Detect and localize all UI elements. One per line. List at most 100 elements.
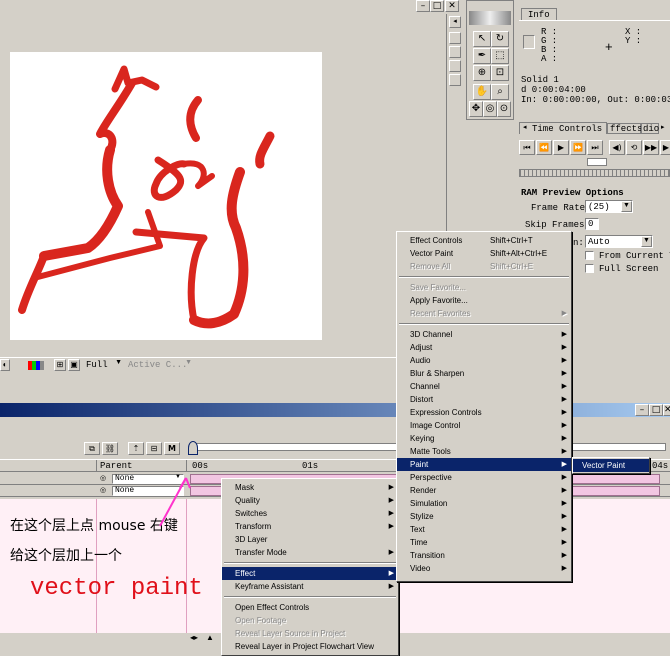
comp-canvas[interactable] bbox=[10, 52, 322, 340]
pan-behind-tool-icon[interactable]: ⊕ bbox=[473, 65, 491, 81]
toggle-switches-icon[interactable]: ◂▸ bbox=[190, 633, 198, 642]
zoom-out-icon[interactable]: ▲ bbox=[206, 633, 214, 642]
timeline-flow-icon[interactable]: ⇡ bbox=[128, 442, 144, 455]
pen-tool-icon[interactable]: ✒ bbox=[473, 48, 491, 64]
grid-icon[interactable]: ⊞ bbox=[54, 359, 66, 371]
menu-item-distort[interactable]: Distort ▶ bbox=[397, 393, 571, 406]
rotate-tool-icon[interactable]: ↻ bbox=[491, 31, 509, 47]
close-button[interactable]: ✕ bbox=[445, 0, 459, 12]
camera-dropdown[interactable]: Active C... ▼ bbox=[126, 359, 194, 371]
overflow-icon[interactable]: ▶ bbox=[660, 140, 670, 155]
menu-item-expression-controls[interactable]: Expression Controls ▶ bbox=[397, 406, 571, 419]
menu-item-reveal-flowchart[interactable]: Reveal Layer in Project Flowchart View bbox=[222, 640, 398, 653]
info-tab[interactable]: Info bbox=[521, 8, 557, 20]
safe-area-icon[interactable]: ▣ bbox=[68, 359, 80, 371]
side-button-4[interactable] bbox=[449, 74, 461, 86]
track-tool-icon[interactable]: ⊙ bbox=[497, 101, 511, 117]
zoom-tool-icon[interactable]: ⌕ bbox=[491, 84, 509, 100]
current-time-indicator-icon[interactable] bbox=[188, 441, 198, 455]
minimize-button[interactable]: – bbox=[416, 0, 430, 12]
panel-arrow-icon[interactable]: ▸ bbox=[661, 123, 665, 131]
loop-icon[interactable]: ⟲ bbox=[626, 140, 642, 155]
menu-item-save-favorite[interactable]: Save Favorite... bbox=[397, 281, 571, 294]
resolution-dropdown[interactable]: Full ▼ bbox=[84, 359, 124, 371]
next-frame-icon[interactable]: ⏩ bbox=[570, 140, 586, 155]
menu-item-open-effect-controls[interactable]: Open Effect Controls bbox=[222, 601, 398, 614]
menu-item-remove-all[interactable]: Remove All Shift+Ctrl+E bbox=[397, 260, 571, 273]
nav-arrow-icon[interactable]: ◂ bbox=[449, 16, 461, 28]
menu-item-apply-favorite[interactable]: Apply Favorite... bbox=[397, 294, 571, 307]
menu-item-image-control[interactable]: Image Control ▶ bbox=[397, 419, 571, 432]
y-label: Y : bbox=[625, 36, 642, 46]
menu-item-switches[interactable]: Switches ▶ bbox=[222, 507, 398, 520]
side-button-2[interactable] bbox=[449, 46, 461, 58]
menu-item-quality[interactable]: Quality ▶ bbox=[222, 494, 398, 507]
resolution-preview-dropdown[interactable]: Auto ▼ bbox=[585, 235, 653, 248]
side-button-1[interactable] bbox=[449, 32, 461, 44]
time-controls-tab[interactable]: ◂ Time Controls bbox=[519, 122, 607, 134]
menu-item-paint[interactable]: Paint ▶ bbox=[397, 458, 571, 471]
menu-item-transfer-mode[interactable]: Transfer Mode ▶ bbox=[222, 546, 398, 559]
menu-item-time[interactable]: Time ▶ bbox=[397, 536, 571, 549]
full-screen-checkbox[interactable] bbox=[585, 264, 594, 273]
annotation-line-3: vector paint bbox=[30, 575, 203, 602]
menu-item-vector-paint-recent[interactable]: Vector Paint Shift+Alt+Ctrl+E bbox=[397, 247, 571, 260]
orbit-tool-icon[interactable]: ◎ bbox=[483, 101, 497, 117]
rect-mask-tool-icon[interactable]: ⬚ bbox=[491, 48, 509, 64]
menu-item-adjust[interactable]: Adjust ▶ bbox=[397, 341, 571, 354]
from-current-checkbox[interactable] bbox=[585, 251, 594, 260]
menu-item-perspective[interactable]: Perspective ▶ bbox=[397, 471, 571, 484]
side-button-3[interactable] bbox=[449, 60, 461, 72]
menu-item-stylize[interactable]: Stylize ▶ bbox=[397, 510, 571, 523]
timeline-maximize-button[interactable]: □ bbox=[649, 404, 663, 416]
axis-tool-icon[interactable]: ✥ bbox=[469, 101, 483, 117]
menu-item-transition[interactable]: Transition ▶ bbox=[397, 549, 571, 562]
menu-item-simulation[interactable]: Simulation ▶ bbox=[397, 497, 571, 510]
maximize-button[interactable]: □ bbox=[430, 0, 444, 12]
menu-item-mask[interactable]: Mask ▶ bbox=[222, 481, 398, 494]
magnifier-icon[interactable]: ◐ bbox=[0, 359, 10, 371]
menu-item-reveal-source[interactable]: Reveal Layer Source in Project bbox=[222, 627, 398, 640]
menu-item-3d-layer[interactable]: 3D Layer bbox=[222, 533, 398, 546]
color-channel-icon[interactable] bbox=[28, 361, 44, 370]
menu-item-transform[interactable]: Transform ▶ bbox=[222, 520, 398, 533]
timeline-draft-icon[interactable]: M bbox=[164, 442, 180, 455]
prev-frame-icon[interactable]: ⏪ bbox=[536, 140, 552, 155]
hand-tool-icon[interactable]: ✋ bbox=[473, 84, 491, 100]
timeline-comp-icon[interactable]: ⧉ bbox=[84, 442, 100, 455]
menu-item-video[interactable]: Video ▶ bbox=[397, 562, 571, 575]
timeline-close-button[interactable]: ✕ bbox=[663, 404, 670, 416]
menu-item-recent-favorites[interactable]: Recent Favorites ▶ bbox=[397, 307, 571, 320]
menu-item-effect[interactable]: Effect ▶ bbox=[222, 567, 398, 580]
menu-item-keyframe-assistant[interactable]: Keyframe Assistant ▶ bbox=[222, 580, 398, 593]
last-frame-icon[interactable]: ⏭ bbox=[587, 140, 603, 155]
effects-tab[interactable]: ffects bbox=[607, 123, 642, 134]
parent-pickwhip-icon[interactable]: ◎ bbox=[100, 486, 106, 494]
menu-item-blur-sharpen[interactable]: Blur & Sharpen ▶ bbox=[397, 367, 571, 380]
menu-item-keying[interactable]: Keying ▶ bbox=[397, 432, 571, 445]
menu-item-channel[interactable]: Channel ▶ bbox=[397, 380, 571, 393]
timeline-link-icon[interactable]: ⛓ bbox=[102, 442, 118, 455]
menu-item-text[interactable]: Text ▶ bbox=[397, 523, 571, 536]
shuttle-slider[interactable] bbox=[519, 169, 670, 177]
ram-preview-icon[interactable]: ▶▶ bbox=[643, 140, 659, 155]
skip-frames-input[interactable]: 0 bbox=[585, 218, 599, 230]
menu-item-audio[interactable]: Audio ▶ bbox=[397, 354, 571, 367]
timeline-graph-icon[interactable]: ⊟ bbox=[146, 442, 162, 455]
menu-item-effect-controls[interactable]: Effect Controls Shift+Ctrl+T bbox=[397, 234, 571, 247]
camera-tool-icon[interactable]: ⊡ bbox=[491, 65, 509, 81]
menu-item-vector-paint[interactable]: Vector Paint bbox=[573, 459, 649, 472]
jog-slider[interactable] bbox=[587, 158, 607, 166]
menu-item-render[interactable]: Render ▶ bbox=[397, 484, 571, 497]
play-icon[interactable]: ▶ bbox=[553, 140, 569, 155]
menu-item-3d-channel[interactable]: 3D Channel ▶ bbox=[397, 328, 571, 341]
menu-item-matte-tools[interactable]: Matte Tools ▶ bbox=[397, 445, 571, 458]
selection-tool-icon[interactable]: ↖ bbox=[473, 31, 491, 47]
menu-item-open-footage[interactable]: Open Footage bbox=[222, 614, 398, 627]
parent-pickwhip-icon[interactable]: ◎ bbox=[100, 474, 106, 482]
audio-tab[interactable]: dio bbox=[641, 123, 659, 134]
timeline-minimize-button[interactable]: – bbox=[635, 404, 649, 416]
first-frame-icon[interactable]: ⏮ bbox=[519, 140, 535, 155]
audio-icon[interactable]: ◀) bbox=[609, 140, 625, 155]
frame-rate-dropdown[interactable]: (25) ▼ bbox=[585, 200, 633, 213]
